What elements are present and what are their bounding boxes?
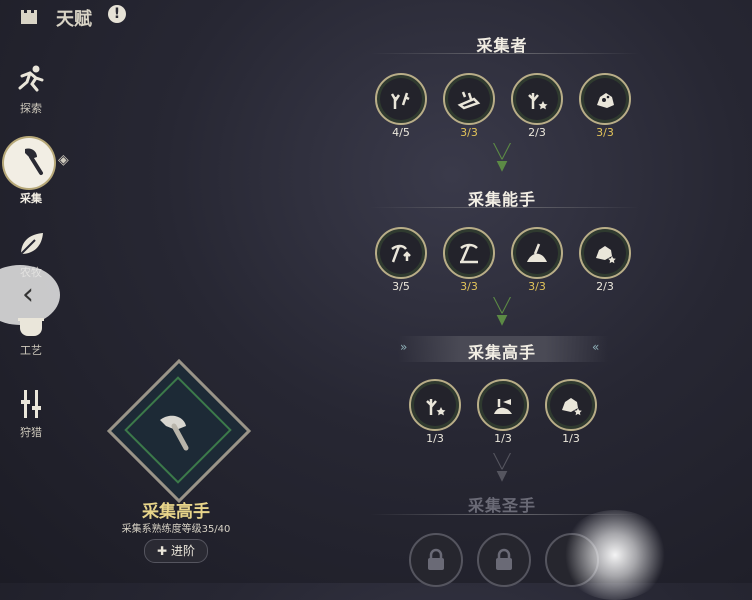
tier-title-gatherer: 采集者 bbox=[476, 36, 528, 55]
pickaxe-icon bbox=[460, 243, 478, 264]
tier-title-sage: 采集圣手 bbox=[467, 496, 536, 515]
talent-count: 2/3 bbox=[596, 280, 614, 293]
castle-icon bbox=[18, 4, 40, 26]
sidebar-item-label: 探索 bbox=[20, 102, 42, 115]
talent-node[interactable] bbox=[511, 227, 563, 279]
locked-talent-node[interactable] bbox=[409, 533, 463, 587]
talent-node[interactable] bbox=[579, 73, 631, 125]
tier-connector-arrow: ╲╱ ▼ bbox=[493, 454, 511, 484]
talent-node[interactable] bbox=[511, 73, 563, 125]
sidebar-item-label: 工艺 bbox=[20, 344, 42, 357]
talent-count: 2/3 bbox=[528, 126, 546, 139]
talent-node[interactable] bbox=[545, 379, 597, 431]
talent-node[interactable] bbox=[443, 227, 495, 279]
talent-node[interactable] bbox=[443, 73, 495, 125]
ore-icon bbox=[597, 93, 614, 108]
running-figure-icon bbox=[18, 65, 44, 92]
advance-button[interactable]: ✚ 进阶 bbox=[144, 539, 208, 563]
pickaxe-up-icon bbox=[391, 244, 411, 263]
sidebar-item-label: 采集 bbox=[20, 192, 42, 205]
light-glare bbox=[560, 510, 670, 600]
ore-star-icon bbox=[562, 398, 582, 416]
sidebar-item-hunt[interactable]: 狩猎 bbox=[6, 386, 56, 440]
talent-count: 1/3 bbox=[562, 432, 580, 445]
ore-star-icon bbox=[596, 246, 616, 264]
axe-icon bbox=[25, 148, 43, 175]
talent-count: 3/3 bbox=[528, 280, 546, 293]
proficiency-level-text: 采集系熟练度等级35/40 bbox=[121, 524, 231, 535]
tree-star-icon bbox=[426, 399, 446, 416]
tier-title-master: 采集高手 bbox=[467, 343, 536, 362]
sidebar-item-gather[interactable] bbox=[6, 143, 56, 179]
tier-connector-arrow: ╲╱ ▼ bbox=[493, 298, 511, 328]
page-title: 天赋 bbox=[56, 9, 92, 30]
log-icon bbox=[457, 91, 481, 110]
talent-node[interactable] bbox=[375, 73, 427, 125]
talent-node[interactable] bbox=[579, 227, 631, 279]
tier-title-skilled: 采集能手 bbox=[467, 190, 536, 209]
tier-connector-arrow: ╲╱ ▼ bbox=[493, 144, 511, 174]
advance-button-label: 进阶 bbox=[170, 544, 195, 558]
tree-star-icon bbox=[528, 93, 548, 110]
sidebar-item-craft[interactable]: 工艺 bbox=[6, 310, 56, 358]
talent-count: 1/3 bbox=[494, 432, 512, 445]
stump-axe-icon bbox=[494, 399, 512, 414]
plus-icon: ✚ bbox=[157, 544, 168, 558]
tree-chop-icon bbox=[390, 92, 410, 109]
lock-icon bbox=[496, 548, 512, 570]
master-rank-title: 采集高手 bbox=[142, 502, 210, 522]
sidebar-item-gather-label-wrap: 采集 bbox=[6, 188, 56, 206]
axe-icon bbox=[150, 404, 202, 460]
talent-count: 3/3 bbox=[596, 126, 614, 139]
talent-node[interactable] bbox=[375, 227, 427, 279]
lock-icon bbox=[428, 548, 444, 570]
leaf-icon bbox=[20, 233, 43, 255]
talent-node[interactable] bbox=[409, 379, 461, 431]
sidebar-item-explore[interactable]: 探索 bbox=[6, 62, 56, 116]
hunting-icon bbox=[21, 390, 41, 418]
talent-count: 3/3 bbox=[460, 280, 478, 293]
talent-node[interactable] bbox=[477, 379, 529, 431]
info-icon[interactable]: ! bbox=[108, 5, 126, 23]
chevron-left-icon: ‹ bbox=[22, 277, 34, 312]
shovel-mound-icon bbox=[527, 243, 547, 262]
talent-count: 3/3 bbox=[460, 126, 478, 139]
talent-count: 4/5 bbox=[392, 126, 410, 139]
chevron-right-icon: ◈ bbox=[58, 152, 69, 168]
sidebar-item-label: 狩猎 bbox=[20, 426, 42, 439]
cooking-pot-icon bbox=[18, 318, 44, 336]
talent-count: 1/3 bbox=[426, 432, 444, 445]
talent-count: 3/5 bbox=[392, 280, 410, 293]
locked-talent-node[interactable] bbox=[477, 533, 531, 587]
